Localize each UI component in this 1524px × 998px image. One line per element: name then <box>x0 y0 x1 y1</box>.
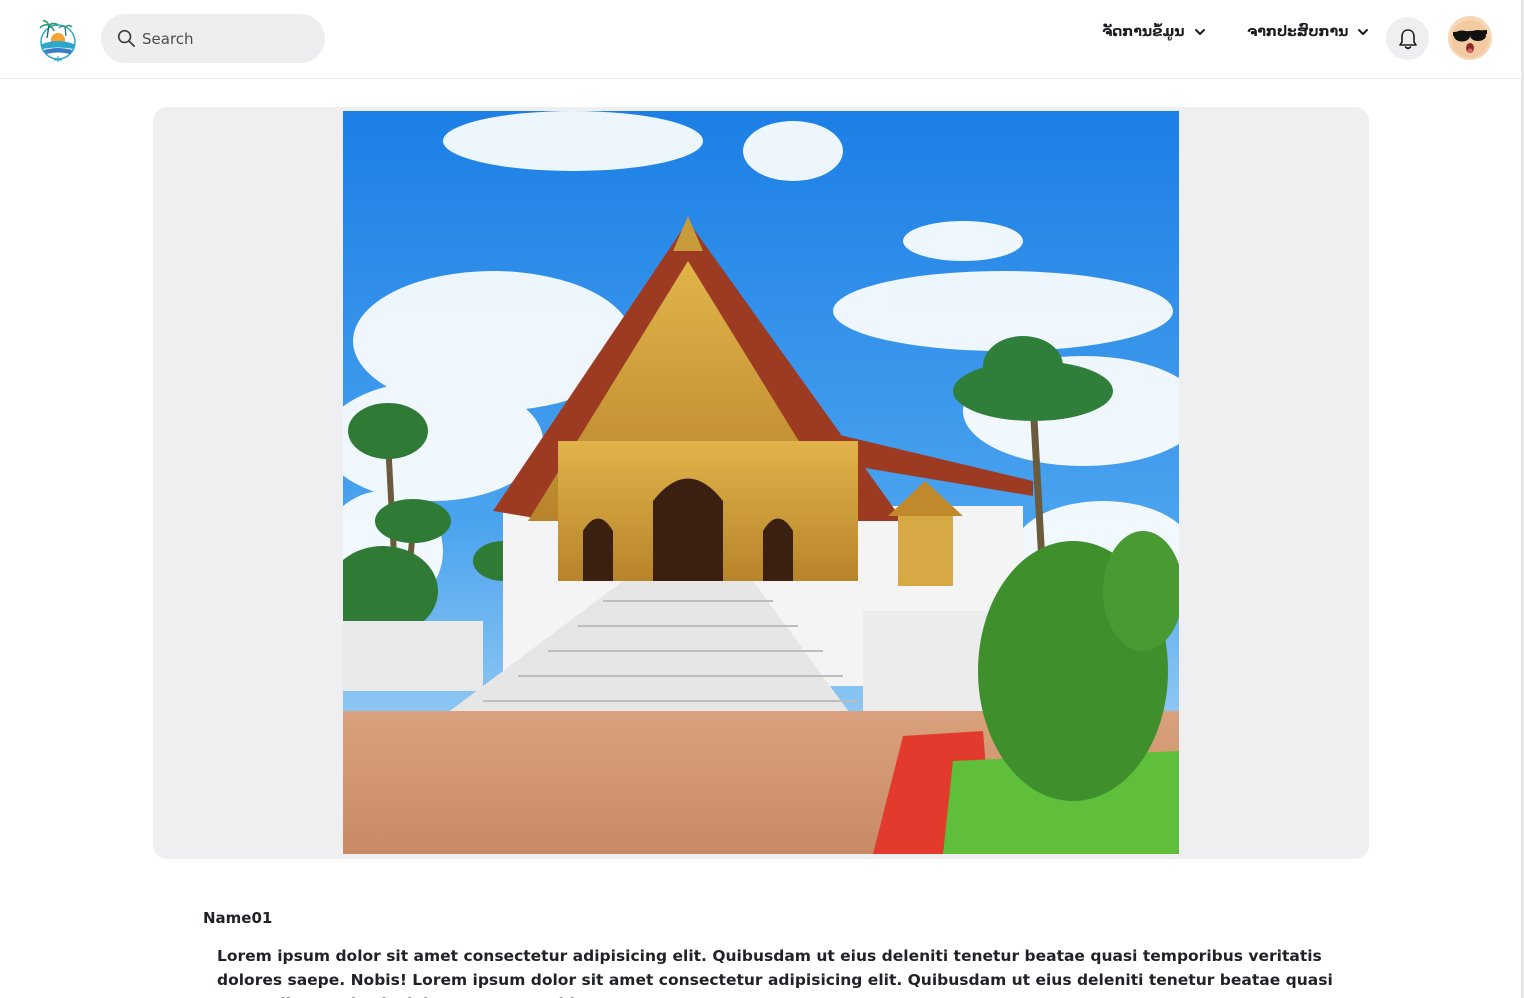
top-navbar: ຈັດການຂໍ້ມູນ ຈາກປະສົບການ <box>0 0 1524 79</box>
search-icon <box>117 29 135 47</box>
chevron-down-icon <box>1194 29 1205 35</box>
hero-image-frame <box>153 107 1369 859</box>
beach-island-logo[interactable] <box>34 16 82 64</box>
notification-button[interactable] <box>1386 17 1429 60</box>
bell-icon <box>1398 28 1417 49</box>
search-input[interactable] <box>142 26 312 52</box>
search-bar[interactable] <box>101 14 325 63</box>
menu-experience[interactable]: ຈາກປະສົບການ <box>1247 24 1370 40</box>
place-description: Lorem ipsum dolor sit amet consectetur a… <box>217 947 1333 998</box>
place-name: Name01 <box>203 909 273 927</box>
avatar[interactable] <box>1448 16 1492 60</box>
sunglasses-emoji-avatar <box>1448 16 1492 60</box>
menu-experience-label: ຈາກປະສົບການ <box>1247 24 1349 40</box>
menu-data-management[interactable]: ຈັດການຂໍ້ມູນ <box>1102 24 1207 40</box>
chevron-down-icon <box>1358 29 1369 35</box>
temple-photo <box>343 111 1179 854</box>
menu-data-management-label: ຈັດການຂໍ້ມູນ <box>1102 24 1185 40</box>
